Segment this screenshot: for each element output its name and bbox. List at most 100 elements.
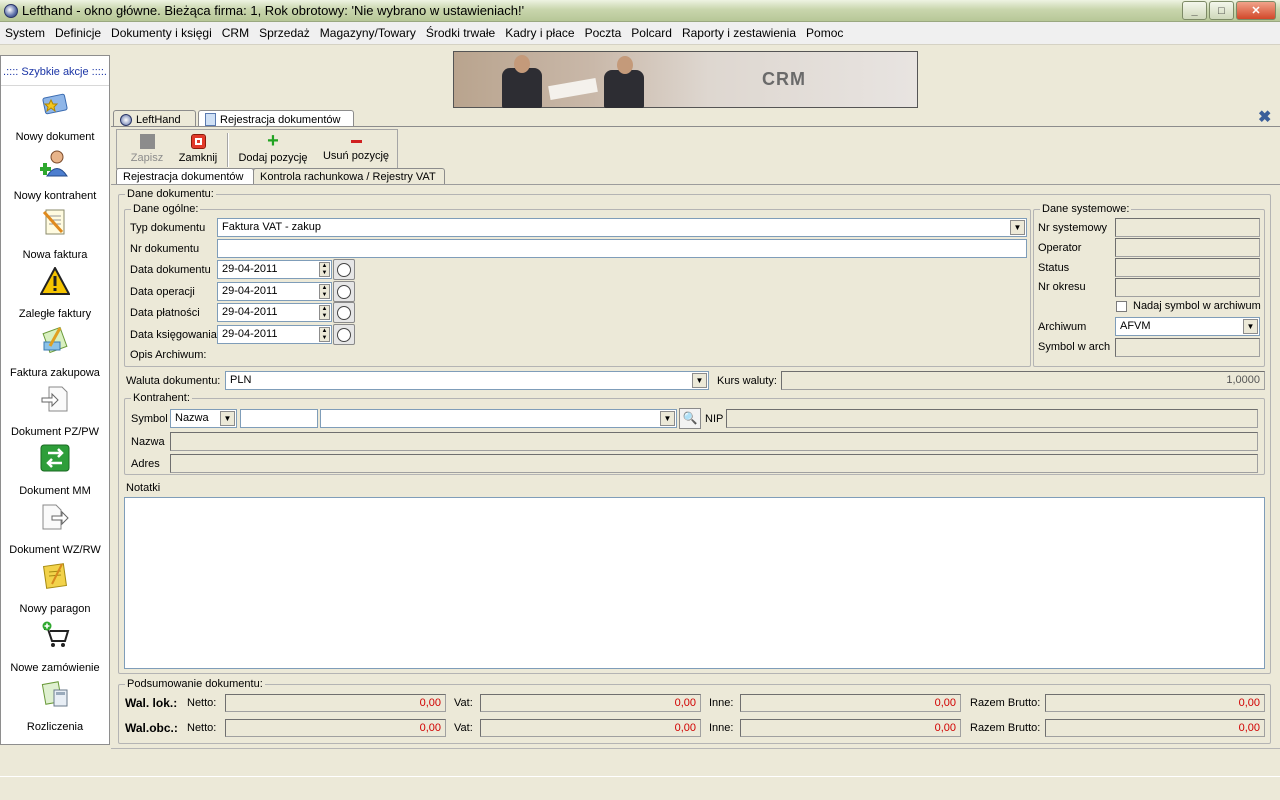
menu-srodki-trwale[interactable]: Środki trwałe <box>421 26 500 40</box>
doc-type-label: Typ dokumentu <box>130 222 206 234</box>
toolbar-separator <box>227 133 229 167</box>
minimize-button[interactable]: _ <box>1182 1 1207 20</box>
pay-date-input[interactable]: 29-04-2011 ▲ ▼ <box>217 303 332 322</box>
book-date-input[interactable]: 29-04-2011 ▲ ▼ <box>217 325 332 344</box>
chevron-down-icon[interactable]: ▼ <box>660 411 675 426</box>
chevron-down-icon[interactable]: ▼ <box>220 411 235 426</box>
tab-lefthand[interactable]: LeftHand <box>113 110 196 127</box>
notes-textarea[interactable] <box>124 497 1265 669</box>
chevron-down-icon[interactable]: ▼ <box>1010 220 1025 235</box>
op-date-input[interactable]: 29-04-2011 ▲ ▼ <box>217 282 332 301</box>
menu-crm[interactable]: CRM <box>217 26 254 40</box>
search-contractor-icon[interactable]: 🔍 <box>679 408 701 429</box>
quick-action-new-document[interactable]: Nowy dokument <box>1 90 109 145</box>
quick-action-doc-wz-rw[interactable]: Dokument WZ/RW <box>1 503 109 558</box>
menu-polcard[interactable]: Polcard <box>626 26 677 40</box>
quick-actions-header: .:::: Szybkie akcje ::::. <box>1 56 109 86</box>
symbol-input[interactable] <box>240 409 318 428</box>
pay-date-value: 29-04-2011 <box>222 306 278 318</box>
spinner-icon[interactable]: ▲ ▼ <box>319 327 330 342</box>
chevron-down-icon[interactable]: ▼ <box>1243 319 1258 334</box>
remove-item-label: Usuń pozycję <box>322 150 390 162</box>
quick-action-label: Dokument MM <box>19 485 91 497</box>
notes-label: Notatki <box>126 482 161 494</box>
inner-tab-line <box>111 184 1280 185</box>
maximize-button[interactable]: □ <box>1209 1 1234 20</box>
menu-system[interactable]: System <box>0 26 50 40</box>
contractor-select[interactable]: ▼ <box>320 409 677 428</box>
warning-icon <box>39 265 71 295</box>
period-label: Nr okresu <box>1038 281 1086 293</box>
vat-label: Vat: <box>454 697 473 709</box>
spinner-icon[interactable]: ▲ ▼ <box>319 262 330 277</box>
spinner-icon[interactable]: ▲ ▼ <box>319 305 330 320</box>
operator-label: Operator <box>1038 242 1082 254</box>
calendar-clock-button[interactable] <box>333 281 355 302</box>
quick-action-new-contractor[interactable]: Nowy kontrahent <box>1 149 109 204</box>
book-date-label: Data księgowania <box>130 329 217 341</box>
menu-raporty[interactable]: Raporty i zestawienia <box>677 26 801 40</box>
quick-action-new-receipt[interactable]: Nowy paragon <box>1 562 109 617</box>
quick-action-new-invoice[interactable]: Nowa faktura <box>1 208 109 263</box>
tab-label: LeftHand <box>136 113 181 126</box>
cart-icon <box>40 621 70 649</box>
group-label: Dane systemowe: <box>1040 203 1132 215</box>
menu-dokumenty[interactable]: Dokumenty i księgi <box>106 26 217 40</box>
tab-inner-registration[interactable]: Rejestracja dokumentów <box>116 168 254 184</box>
sys-no-label: Nr systemowy <box>1038 222 1108 234</box>
quick-action-settlements[interactable]: Rozliczenia <box>1 680 109 735</box>
chevron-down-icon[interactable]: ▼ <box>692 373 707 388</box>
banner-person-head <box>514 55 530 73</box>
spinner-icon[interactable]: ▲ ▼ <box>319 284 330 299</box>
menu-sprzedaz[interactable]: Sprzedaż <box>254 26 315 40</box>
menu-pomoc[interactable]: Pomoc <box>801 26 848 40</box>
group-label: Podsumowanie dokumentu: <box>125 678 265 690</box>
menu-bar: System Definicje Dokumenty i księgi CRM … <box>0 22 1280 45</box>
quick-action-purchase-invoice[interactable]: Faktura zakupowa <box>1 326 109 381</box>
menu-kadry[interactable]: Kadry i płace <box>500 26 579 40</box>
other-label: Inne: <box>709 697 734 709</box>
calendar-clock-button[interactable] <box>333 324 355 345</box>
archive-select[interactable]: AFVM ▼ <box>1115 317 1260 336</box>
close-tab-icon[interactable]: ✖ <box>1258 110 1274 126</box>
doc-number-input[interactable] <box>217 239 1027 258</box>
quick-action-doc-pz-pw[interactable]: Dokument PZ/PW <box>1 385 109 440</box>
new-document-icon <box>40 90 70 118</box>
rate-label: Kurs waluty: <box>717 375 777 387</box>
remove-item-button[interactable]: Usuń pozycję <box>319 132 393 168</box>
assign-symbol-checkbox[interactable] <box>1116 301 1127 312</box>
currency-select[interactable]: PLN ▼ <box>225 371 709 390</box>
status-bar <box>111 748 1280 776</box>
local-gross-value: 0,00 <box>1045 694 1265 712</box>
menu-magazyny[interactable]: Magazyny/Towary <box>315 26 421 40</box>
symbol-mode-select[interactable]: Nazwa ▼ <box>170 409 237 428</box>
close-document-button[interactable]: Zamknij <box>175 132 221 168</box>
contractor-name-field <box>170 432 1258 451</box>
calendar-clock-button[interactable] <box>333 259 355 280</box>
menu-definicje[interactable]: Definicje <box>50 26 106 40</box>
banner-person <box>502 68 542 108</box>
title-bar: Lefthand - okno główne. Bieżąca firma: 1… <box>0 0 1280 22</box>
new-contractor-icon <box>39 149 70 177</box>
transfer-icon <box>40 444 70 472</box>
quick-action-label: Nowa faktura <box>22 249 88 261</box>
currency-label: Waluta dokumentu: <box>126 375 221 387</box>
plus-icon: + <box>267 130 279 152</box>
tab-inner-accounting-control[interactable]: Kontrola rachunkowa / Rejestry VAT <box>253 168 445 184</box>
add-item-button[interactable]: + Dodaj pozycję <box>237 130 309 168</box>
quick-action-doc-mm[interactable]: Dokument MM <box>1 444 109 499</box>
doc-date-label: Data dokumentu <box>130 264 211 276</box>
close-window-button[interactable]: ✕ <box>1236 1 1276 20</box>
tab-document-registration[interactable]: Rejestracja dokumentów <box>198 110 354 127</box>
archive-label: Archiwum <box>1038 321 1087 333</box>
quick-action-new-order[interactable]: Nowe zamówienie <box>1 621 109 676</box>
pay-date-label: Data płatności <box>130 307 200 319</box>
doc-type-select[interactable]: Faktura VAT - zakup ▼ <box>217 218 1027 237</box>
doc-date-input[interactable]: 29-04-2011 ▲ ▼ <box>217 260 332 279</box>
sys-no-field <box>1115 218 1260 237</box>
menu-poczta[interactable]: Poczta <box>580 26 627 40</box>
quick-action-overdue-invoices[interactable]: Zaległe faktury <box>1 265 109 322</box>
save-button[interactable]: Zapisz <box>123 132 171 168</box>
document-icon <box>205 113 216 126</box>
calendar-clock-button[interactable] <box>333 302 355 323</box>
